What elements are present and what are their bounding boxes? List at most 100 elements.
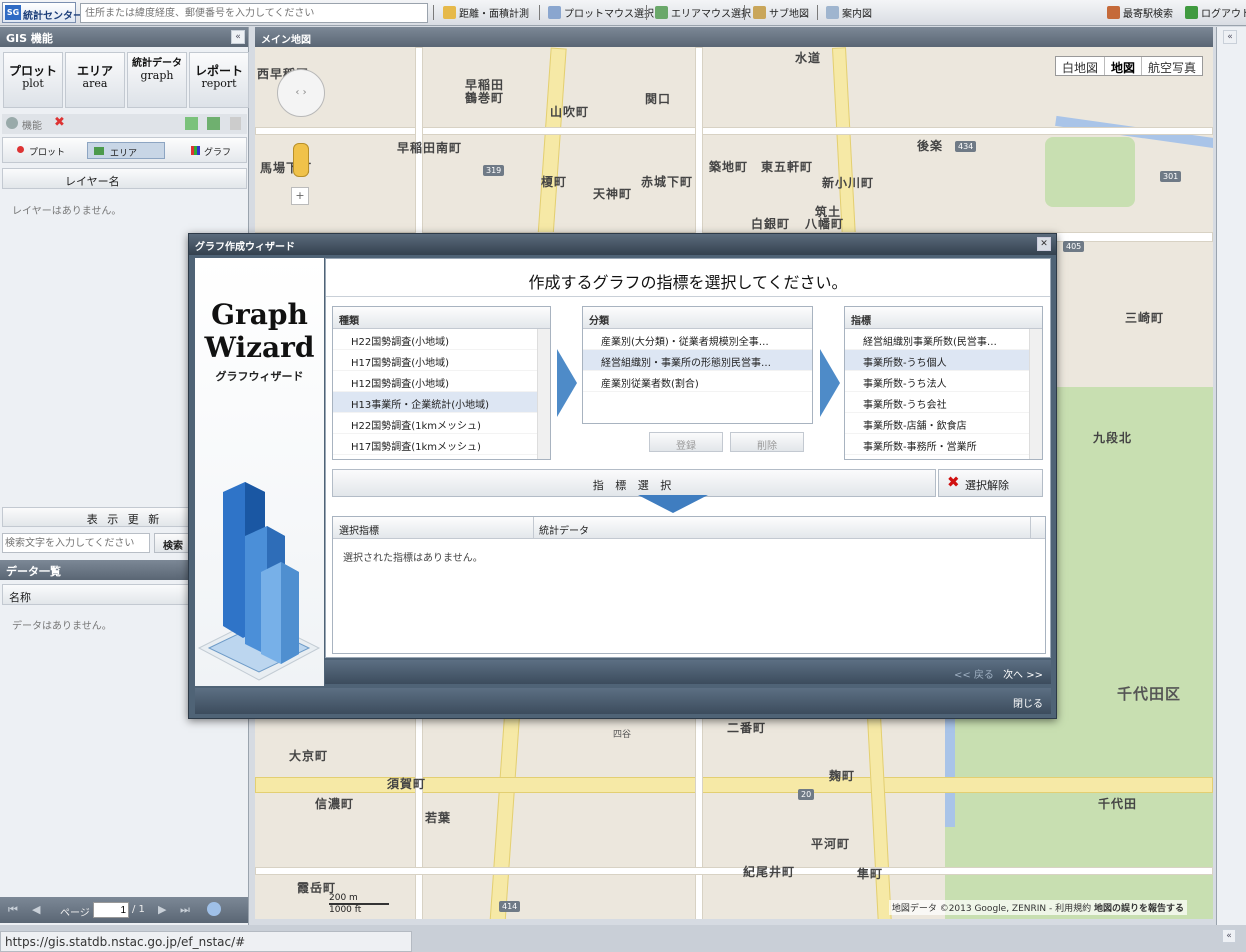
clear-x-icon: ✖	[947, 473, 960, 491]
street-view-pegman-icon[interactable]	[293, 143, 309, 177]
column-divider	[533, 517, 534, 538]
map-label: 山吹町	[550, 105, 590, 119]
map-label: 千代田区	[1117, 685, 1182, 703]
register-button[interactable]: 登録	[649, 432, 723, 452]
list-item[interactable]: 事業所数-事務所・営業所	[845, 434, 1042, 455]
data-search-input[interactable]	[2, 533, 150, 553]
indicator-list-scrollbar[interactable]	[1029, 329, 1042, 459]
map-label: 四谷	[613, 730, 632, 740]
map-label: 須賀町	[387, 777, 427, 791]
map-label: 後楽	[917, 139, 944, 153]
next-button[interactable]: 次へ >>	[1003, 670, 1043, 681]
document-icon[interactable]	[230, 117, 241, 130]
close-button[interactable]: 閉じる	[1013, 699, 1043, 710]
wizard-navigation-bar: << 戻る 次へ >>	[325, 660, 1051, 684]
list-item[interactable]: H17国勢調査(小地域)	[333, 350, 550, 371]
list-item[interactable]: H22国勢調査(小地域)	[333, 329, 550, 350]
tab-graph[interactable]: グラフ	[188, 142, 231, 159]
refresh-icon[interactable]	[207, 902, 221, 916]
upload-icon[interactable]	[185, 117, 198, 130]
list-item[interactable]: 事業所数-うち法人	[845, 371, 1042, 392]
map-label: 関口	[645, 92, 672, 106]
guide-map-button[interactable]: 案内図	[826, 5, 872, 21]
train-icon	[1107, 6, 1120, 19]
download-icon[interactable]	[207, 117, 220, 130]
indicator-list: 指標 経営組織別事業所数(民営事… 事業所数-うち個人 事業所数-うち法人 事業…	[844, 306, 1043, 460]
logo-icon: SG	[5, 5, 21, 20]
list-item[interactable]: H12国勢調査(小地域)	[333, 371, 550, 392]
close-icon[interactable]: ✕	[1037, 237, 1051, 251]
report-function-button[interactable]: レポート report	[189, 52, 249, 108]
layer-name-column-header[interactable]: レイヤー名	[2, 168, 247, 189]
graph-wizard-subtitle: グラフウィザード	[215, 370, 304, 383]
route-319-tag: 319	[483, 165, 505, 176]
list-item-selected[interactable]: 経営組織別・事業所の形態別民営事…	[583, 350, 812, 371]
wizard-brand-panel: Graph Wizard グラフウィザード	[195, 258, 324, 686]
map-label: 榎町	[541, 175, 568, 189]
map-label: 新小川町	[822, 176, 875, 190]
expand-bottom-panel-icon[interactable]: «	[1222, 929, 1236, 943]
list-item[interactable]: 事業所数-うち会社	[845, 392, 1042, 413]
map-label: 隼町	[857, 867, 884, 881]
prev-page-icon[interactable]: ◀	[32, 903, 40, 916]
type-list-scrollbar[interactable]	[537, 329, 550, 459]
list-item[interactable]: 経営組織別事業所数(民営事…	[845, 329, 1042, 350]
column-statistics-data[interactable]: 統計データ	[539, 522, 589, 537]
map-type-switcher: 白地図 地図 航空写真	[1054, 56, 1203, 76]
address-search-input[interactable]	[80, 3, 428, 23]
list-item[interactable]: H17国勢調査(1kmメッシュ)	[333, 434, 550, 455]
nearest-station-button[interactable]: 最寄駅検索	[1107, 5, 1173, 21]
toolbar-separator	[433, 5, 434, 20]
plain-map-button[interactable]: 白地図	[1056, 57, 1105, 75]
plot-function-button[interactable]: プロット plot	[3, 52, 63, 108]
mejiro-road	[255, 127, 1213, 135]
list-item[interactable]: H22国勢調査(1kmメッシュ)	[333, 413, 550, 434]
tab-plot[interactable]: プロット	[13, 142, 65, 159]
tab-area[interactable]: エリア	[87, 142, 165, 159]
graph-function-button[interactable]: 統計データ graph	[127, 52, 187, 108]
list-item[interactable]: 事業所数-店舗・飲食店	[845, 413, 1042, 434]
area-function-button[interactable]: エリア area	[65, 52, 125, 108]
arrow-right-icon	[557, 349, 577, 417]
list-item-selected[interactable]: 事業所数-うち個人	[845, 350, 1042, 371]
list-item-selected[interactable]: H13事業所・企業統計(小地域)	[333, 392, 550, 413]
distance-area-measure-button[interactable]: 距離・面積計測	[443, 5, 529, 21]
list-item[interactable]: 産業別(大分類)・従業者規模別全事…	[583, 329, 812, 350]
toolbar-separator	[539, 5, 540, 20]
column-selected-indicator[interactable]: 選択指標	[339, 522, 379, 537]
area-mouse-select-button[interactable]: エリアマウス選択	[655, 5, 751, 21]
map-label: 九段北	[1093, 431, 1133, 445]
arrow-down-icon	[638, 495, 708, 513]
map-label: 水道	[795, 51, 822, 65]
map-label: 平河町	[811, 837, 851, 851]
next-page-icon[interactable]: ▶	[158, 903, 166, 916]
back-button[interactable]: << 戻る	[954, 670, 994, 681]
plot-mouse-select-button[interactable]: プロットマウス選択	[548, 5, 654, 21]
select-indicator-button[interactable]: 指 標 選 択	[332, 469, 936, 497]
list-item[interactable]: 産業別従業者数(割合)	[583, 371, 812, 392]
page-number-input[interactable]	[93, 902, 129, 918]
map-label: 千代田	[1098, 797, 1138, 811]
last-page-icon[interactable]: ⏭	[180, 903, 190, 917]
report-map-error-link[interactable]: 地図の誤りを報告する	[1094, 904, 1184, 914]
logout-button[interactable]: ログアウト	[1185, 5, 1246, 21]
map-label: 麹町	[829, 769, 856, 783]
right-panel-collapsed: «	[1216, 27, 1246, 925]
bar-chart-icon	[191, 146, 200, 155]
statistics-center-logo[interactable]: SG 統計センター	[2, 2, 83, 23]
delete-button[interactable]: 削除	[730, 432, 804, 452]
map-scale: 200 m 1000 ft	[329, 893, 389, 915]
expand-right-panel-icon[interactable]: «	[1223, 30, 1237, 44]
aerial-photo-button[interactable]: 航空写真	[1142, 57, 1202, 75]
delete-icon[interactable]: ✖	[54, 115, 65, 130]
guide-map-icon	[826, 6, 839, 19]
first-page-icon[interactable]: ⏮	[8, 903, 18, 917]
route-405-tag: 405	[1063, 241, 1085, 252]
collapse-left-panel-icon[interactable]: «	[231, 30, 245, 44]
road-map-button[interactable]: 地図	[1105, 57, 1142, 75]
korakuen-park	[1045, 137, 1135, 207]
sub-map-button[interactable]: サブ地図	[753, 5, 809, 21]
zoom-in-button[interactable]: +	[291, 187, 309, 205]
map-pan-control[interactable]: ‹ ›	[277, 69, 325, 117]
clear-selection-button[interactable]: ✖ 選択解除	[938, 469, 1043, 497]
